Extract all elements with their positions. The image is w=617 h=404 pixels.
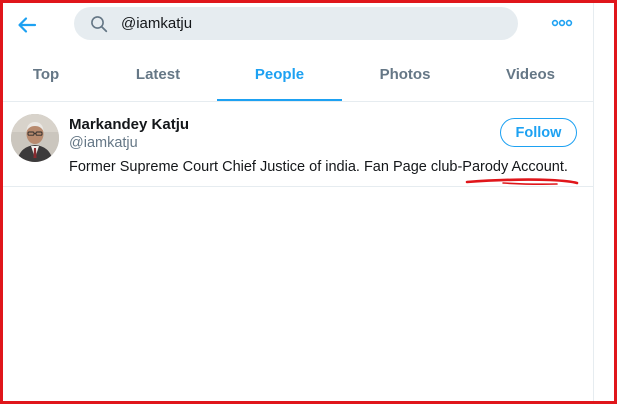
search-bar[interactable] xyxy=(74,7,518,40)
tab-top[interactable]: Top xyxy=(3,51,89,101)
avatar[interactable] xyxy=(11,114,59,162)
search-tabs: Top Latest People Photos Videos xyxy=(3,51,593,102)
search-input[interactable] xyxy=(121,7,501,40)
tab-people[interactable]: People xyxy=(217,51,342,101)
follow-button[interactable]: Follow xyxy=(500,118,577,147)
tab-photos[interactable]: Photos xyxy=(342,51,468,101)
user-result-row[interactable]: Markandey Katju @iamkatju Former Supreme… xyxy=(3,102,593,187)
top-bar xyxy=(3,3,593,47)
red-underline-annotation xyxy=(465,178,579,185)
user-display-name[interactable]: Markandey Katju xyxy=(69,116,189,133)
tab-videos[interactable]: Videos xyxy=(468,51,593,101)
more-horizontal-icon[interactable] xyxy=(551,16,573,30)
user-handle: @iamkatju xyxy=(69,135,138,151)
active-tab-indicator xyxy=(217,99,342,101)
user-bio: Former Supreme Court Chief Justice of in… xyxy=(69,159,568,175)
column-divider xyxy=(593,3,594,401)
arrow-left-icon[interactable] xyxy=(16,14,38,36)
search-icon xyxy=(91,16,108,33)
avatar-photo xyxy=(11,114,59,162)
tab-latest[interactable]: Latest xyxy=(99,51,217,101)
